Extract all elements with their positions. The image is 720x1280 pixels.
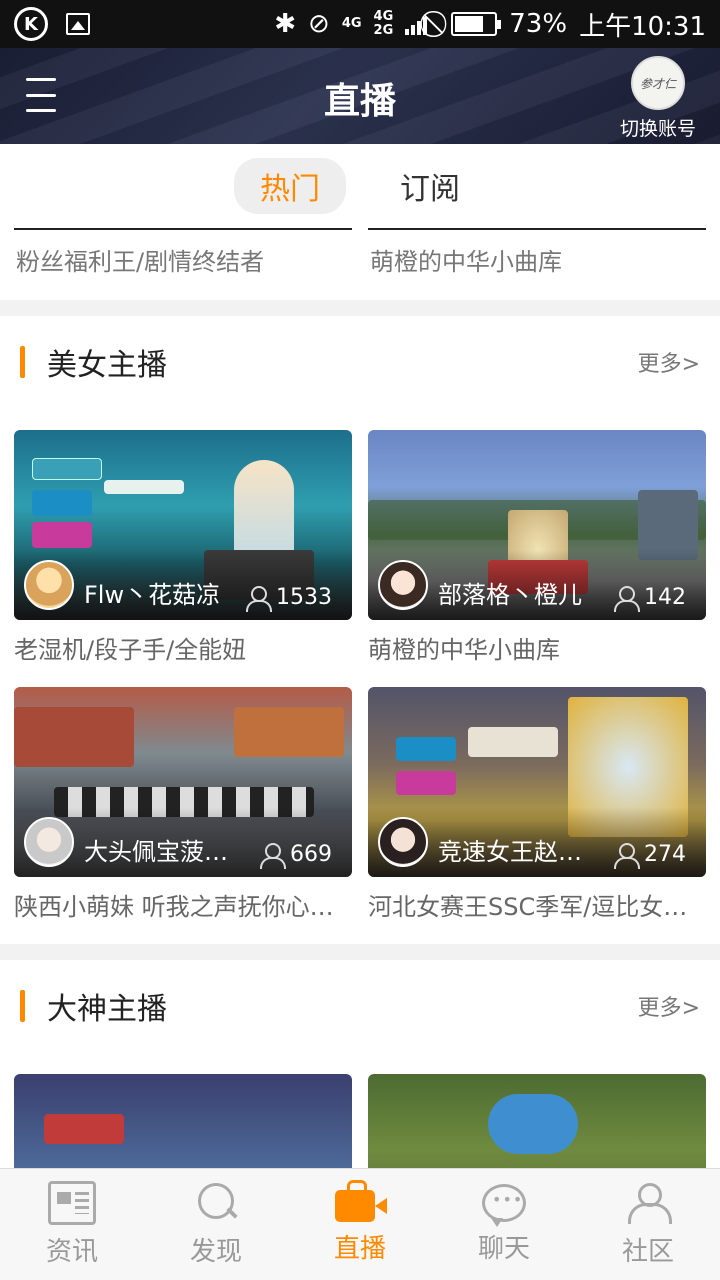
nav-chat[interactable]: 聊天 bbox=[432, 1169, 576, 1280]
viewer-icon bbox=[246, 585, 272, 612]
viewer-number: 274 bbox=[644, 842, 686, 867]
viewer-icon bbox=[614, 842, 640, 869]
anchor-name: Flw丶花菇凉 bbox=[84, 581, 221, 609]
live-thumbnail[interactable]: 竞速女王赵… 274 bbox=[368, 687, 706, 877]
network-type-3: 2G bbox=[373, 23, 394, 38]
previous-row: 粉丝福利王/剧情终结者 萌橙的中华小曲库 bbox=[0, 228, 720, 300]
nav-label: 社区 bbox=[621, 1237, 674, 1267]
k-app-icon: K bbox=[14, 7, 48, 41]
list-item[interactable]: 粉丝福利王/剧情终结者 bbox=[14, 228, 352, 300]
card-description: 粉丝福利王/剧情终结者 bbox=[16, 248, 265, 276]
divider bbox=[0, 944, 720, 960]
more-link[interactable]: 更多> bbox=[638, 990, 700, 1022]
section-beauty-anchors: 美女主播 更多> Flw丶花菇凉 1533 老湿机/段子手/全能妞 部落格丶橙儿… bbox=[0, 316, 720, 944]
nav-label: 资讯 bbox=[45, 1237, 98, 1267]
network-type: 4G bbox=[341, 16, 362, 31]
news-icon bbox=[48, 1181, 96, 1225]
signal-icon bbox=[405, 13, 428, 35]
live-card[interactable]: 竞速女王赵… 274 河北女赛王SSC季军/逗比女… bbox=[368, 687, 706, 922]
section-header: 大神主播 更多> bbox=[0, 960, 720, 1052]
app-header: 直播 参才仁 切换账号 bbox=[0, 48, 720, 144]
live-thumbnail[interactable]: Flw丶花菇凉 1533 bbox=[14, 430, 352, 620]
viewer-count: 274 bbox=[614, 842, 686, 869]
tab-bar: 热门 订阅 bbox=[0, 144, 720, 228]
section-pro-anchors: 大神主播 更多> bbox=[0, 960, 720, 1168]
live-card[interactable]: 部落格丶橙儿 142 萌橙的中华小曲库 bbox=[368, 430, 706, 665]
network-type-2: 4G bbox=[373, 9, 394, 24]
community-icon bbox=[624, 1181, 672, 1225]
card-description: 河北女赛王SSC季军/逗比女… bbox=[368, 893, 688, 921]
switch-account-label: 切换账号 bbox=[619, 118, 696, 140]
page-title: 直播 bbox=[323, 81, 396, 122]
bluetooth-icon: ✱ bbox=[274, 9, 297, 39]
viewer-count: 669 bbox=[260, 842, 332, 869]
nav-label: 聊天 bbox=[477, 1234, 530, 1264]
viewer-number: 669 bbox=[290, 842, 332, 867]
status-bar: K ✱ ⊘ 4G 4G 2G ⃠ 73% 上午10:31 bbox=[0, 0, 720, 48]
live-card[interactable]: 大头佩宝菠… 669 陕西小萌妹 听我之声抚你心… bbox=[14, 687, 352, 922]
nav-label: 发现 bbox=[189, 1237, 242, 1267]
viewer-number: 1533 bbox=[276, 585, 332, 610]
divider bbox=[0, 300, 720, 316]
app-root: K ✱ ⊘ 4G 4G 2G ⃠ 73% 上午10:31 直播 参才仁 切换账号… bbox=[0, 0, 720, 1280]
more-link[interactable]: 更多> bbox=[638, 346, 700, 378]
tab-hot[interactable]: 热门 bbox=[234, 158, 346, 214]
scroll-content[interactable]: 粉丝福利王/剧情终结者 萌橙的中华小曲库 美女主播 更多> Flw丶花菇凉 15… bbox=[0, 228, 720, 1168]
live-thumbnail[interactable]: 大头佩宝菠… 669 bbox=[14, 687, 352, 877]
avatar: 参才仁 bbox=[631, 56, 685, 110]
nav-label: 直播 bbox=[333, 1234, 386, 1264]
viewer-count: 1533 bbox=[246, 585, 332, 612]
section-title: 美女主播 bbox=[47, 348, 167, 383]
tab-subscribe[interactable]: 订阅 bbox=[374, 158, 486, 214]
live-thumbnail[interactable] bbox=[14, 1074, 352, 1168]
chat-icon bbox=[482, 1184, 526, 1227]
section-title: 大神主播 bbox=[47, 992, 167, 1027]
section-header: 美女主播 更多> bbox=[0, 316, 720, 408]
viewer-count: 142 bbox=[614, 585, 686, 612]
switch-account-button[interactable]: 参才仁 切换账号 bbox=[614, 56, 702, 141]
anchor-avatar bbox=[378, 560, 428, 610]
bottom-navigation: 资讯 发现 直播 聊天 社区 bbox=[0, 1168, 720, 1280]
anchor-name: 部落格丶橙儿 bbox=[438, 581, 582, 609]
battery-percent: 73% bbox=[509, 9, 568, 39]
nav-news[interactable]: 资讯 bbox=[0, 1169, 144, 1280]
mute-icon: ⊘ bbox=[308, 9, 330, 39]
live-card[interactable]: Flw丶花菇凉 1533 老湿机/段子手/全能妞 bbox=[14, 430, 352, 665]
live-thumbnail[interactable]: 部落格丶橙儿 142 bbox=[368, 430, 706, 620]
nav-live[interactable]: 直播 bbox=[288, 1169, 432, 1280]
live-card[interactable] bbox=[368, 1074, 706, 1168]
live-thumbnail[interactable] bbox=[368, 1074, 706, 1168]
section-accent-bar bbox=[20, 990, 25, 1022]
clock: 上午10:31 bbox=[579, 11, 706, 42]
anchor-name: 竞速女王赵… bbox=[438, 838, 582, 866]
viewer-number: 142 bbox=[644, 585, 686, 610]
viewer-icon bbox=[260, 842, 286, 869]
viewer-icon bbox=[614, 585, 640, 612]
image-notification-icon bbox=[66, 13, 90, 35]
nav-community[interactable]: 社区 bbox=[576, 1169, 720, 1280]
list-item[interactable]: 萌橙的中华小曲库 bbox=[368, 228, 706, 300]
card-description: 陕西小萌妹 听我之声抚你心… bbox=[14, 893, 334, 921]
battery-icon bbox=[451, 12, 502, 36]
card-description: 萌橙的中华小曲库 bbox=[368, 636, 560, 664]
anchor-name: 大头佩宝菠… bbox=[84, 838, 228, 866]
live-camera-icon bbox=[335, 1180, 387, 1222]
anchor-avatar bbox=[378, 817, 428, 867]
card-description: 老湿机/段子手/全能妞 bbox=[14, 636, 247, 664]
anchor-avatar bbox=[24, 817, 74, 867]
card-description: 萌橙的中华小曲库 bbox=[370, 248, 562, 276]
search-icon bbox=[192, 1181, 240, 1225]
live-card[interactable] bbox=[14, 1074, 352, 1168]
section-accent-bar bbox=[20, 346, 25, 378]
anchor-avatar bbox=[24, 560, 74, 610]
nav-discover[interactable]: 发现 bbox=[144, 1169, 288, 1280]
